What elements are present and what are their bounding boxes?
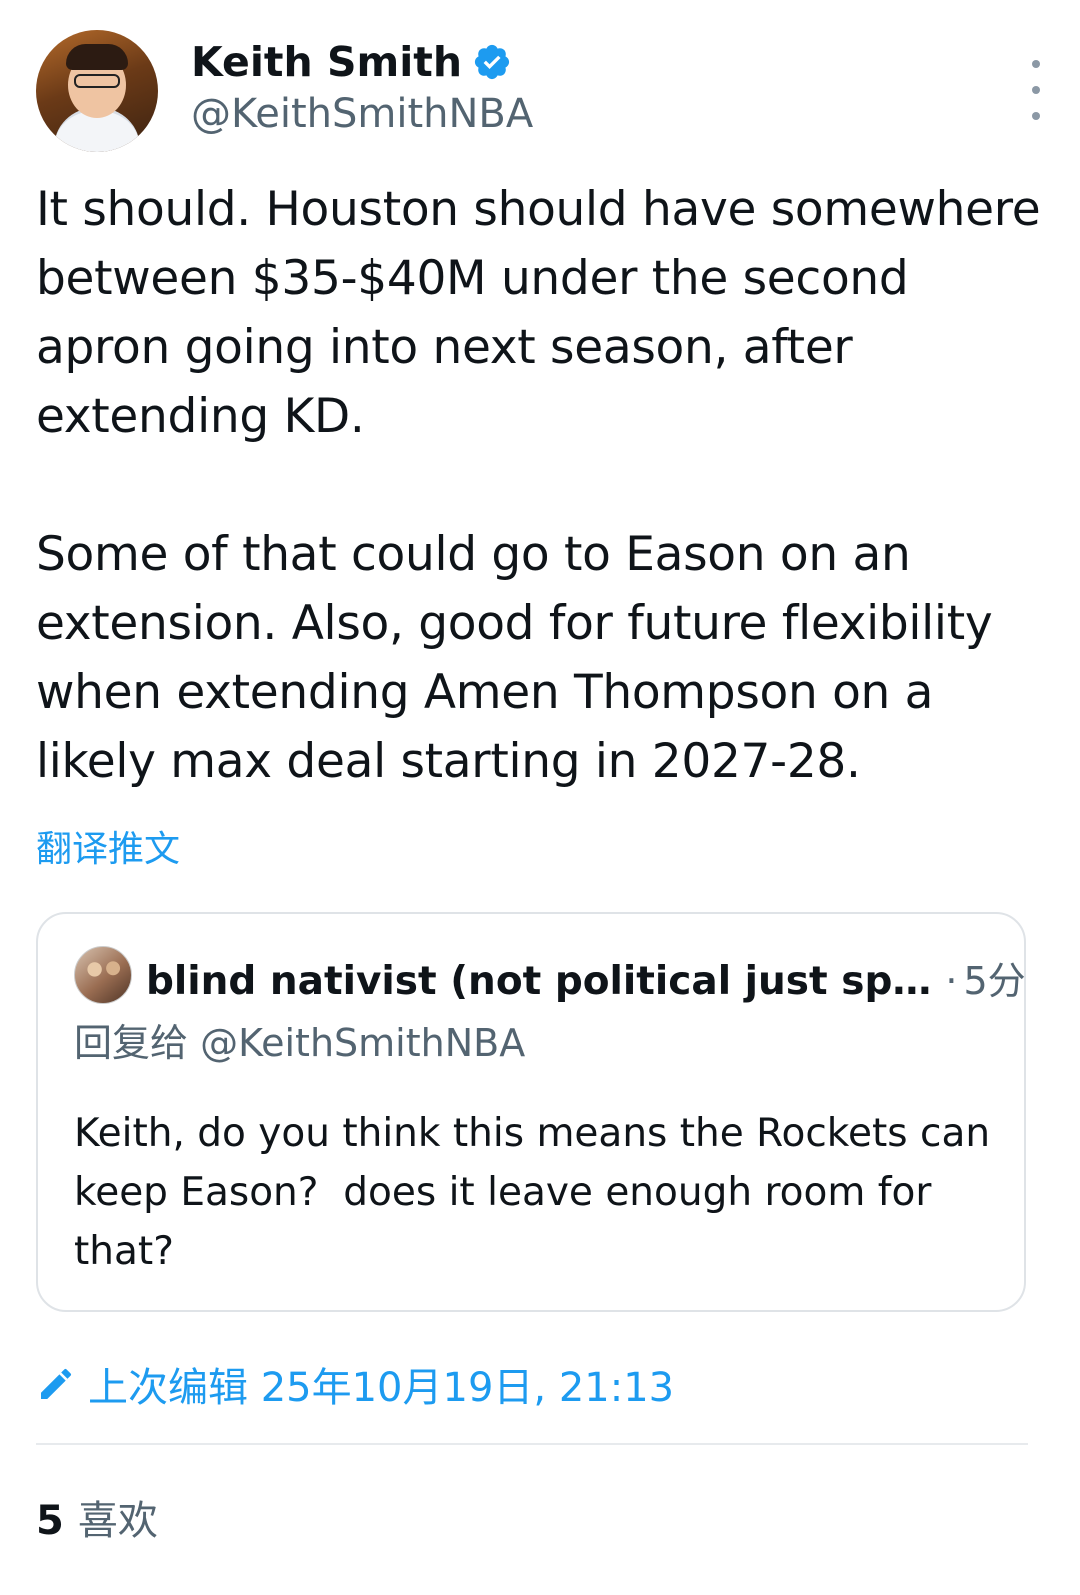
quoted-timestamp[interactable]: 5分 (963, 950, 1025, 1005)
quoted-author-name[interactable]: blind nativist (not political just sp… (146, 957, 931, 1007)
author-avatar[interactable] (36, 30, 158, 152)
author-name-row[interactable]: Keith Smith (191, 38, 512, 86)
more-dot (1032, 86, 1040, 94)
author-handle[interactable]: @KeithSmithNBA (191, 90, 533, 138)
edit-history-label[interactable]: 上次编辑 25年10月19日, 21:13 (88, 1355, 674, 1413)
tweet-text: It should. Houston should have somewhere… (36, 182, 1041, 789)
avatar-glasses (74, 74, 120, 88)
separator-dot: · (945, 959, 958, 1003)
divider (36, 1443, 1028, 1445)
more-dot (1032, 112, 1040, 120)
translate-tweet-link[interactable]: 翻译推文 (36, 820, 180, 872)
author-name[interactable]: Keith Smith (191, 38, 462, 86)
more-options-icon[interactable] (1026, 60, 1046, 120)
likes-count: 5 (36, 1498, 64, 1544)
more-dot (1032, 60, 1040, 68)
likes-stat[interactable]: 5 喜欢 (36, 1488, 158, 1546)
tweet-header: Keith Smith @KeithSmithNBA (36, 30, 1046, 152)
quoted-tweet-text: Keith, do you think this means the Rocke… (74, 1111, 1003, 1274)
verified-badge-icon (474, 44, 510, 80)
reply-to-label: 回复给 @KeithSmithNBA (74, 1021, 526, 1065)
quoted-author-avatar[interactable] (74, 946, 132, 1004)
quoted-author-row: blind nativist (not political just sp… ·… (146, 950, 1026, 1007)
edit-pencil-icon (41, 1368, 72, 1399)
edit-history-link[interactable]: 上次编辑 25年10月19日, 21:13 (36, 1355, 674, 1413)
avatar-hair (66, 44, 128, 70)
quoted-tweet[interactable]: blind nativist (not political just sp… ·… (36, 912, 1026, 1312)
likes-label: 喜欢 (77, 1498, 158, 1544)
